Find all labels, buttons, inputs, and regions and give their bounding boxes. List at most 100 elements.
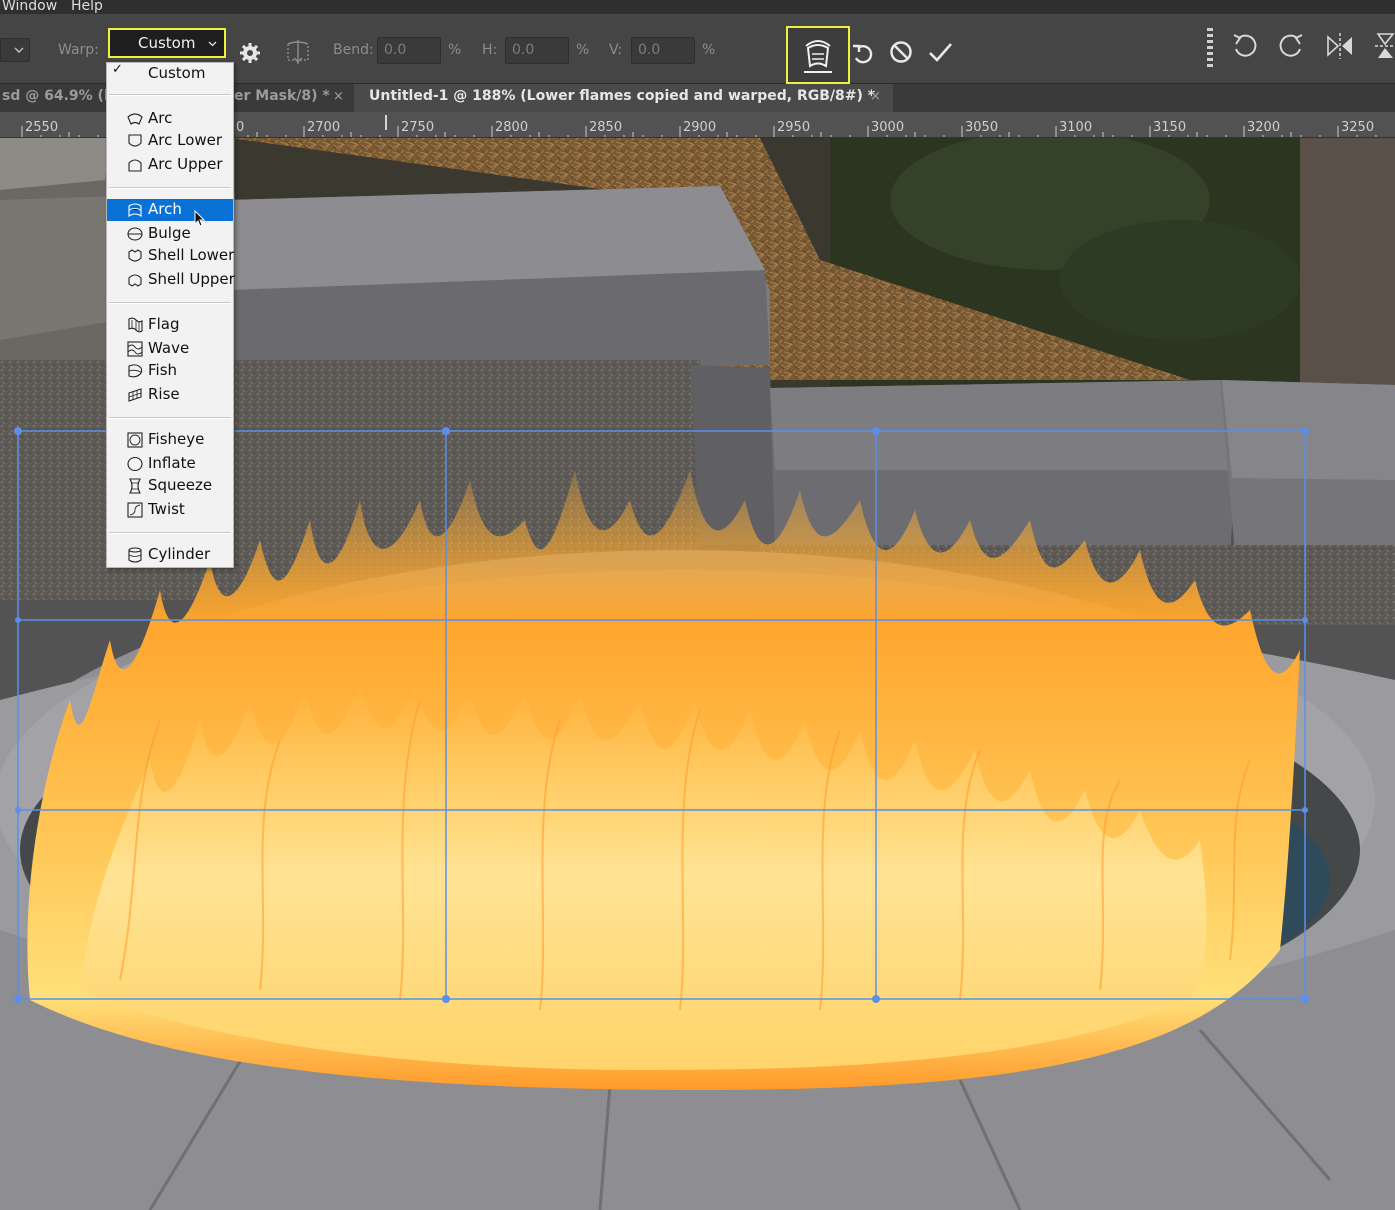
warp-orientation-icon[interactable] (284, 38, 312, 66)
bend-input[interactable]: 0.0 (377, 37, 441, 64)
menu-bar: Window Help (0, 0, 1395, 14)
ruler-label: 3250 (1341, 120, 1375, 135)
v-distortion-input[interactable]: 0.0 (631, 37, 695, 64)
menu-item-label: Squeeze (148, 476, 213, 494)
menu-item-label: Fisheye (148, 430, 205, 448)
ruler-label: 3100 (1059, 120, 1093, 135)
ruler-label: 2850 (589, 120, 623, 135)
reset-warp-icon[interactable] (850, 40, 876, 66)
menu-item-label: Shell Lower (148, 246, 235, 264)
menu-item-label: Arc (148, 109, 173, 127)
commit-transform-icon[interactable] (926, 38, 954, 66)
ruler-label: 2750 (401, 120, 435, 135)
menu-item-twist[interactable]: Twist (107, 499, 233, 521)
warp-style-menu: ✓ Custom Arc Arc Lower Arc Upper Arch Bu… (106, 62, 235, 568)
menu-item-arc-upper[interactable]: Arc Upper (107, 154, 233, 176)
menu-item-label: Shell Upper (148, 270, 235, 288)
menu-item-label: Wave (148, 339, 190, 357)
tab-untitled-1-label: Untitled-1 @ 188% (Lower flames copied a… (369, 88, 876, 104)
arch-icon (128, 203, 142, 218)
ruler-label: 3050 (965, 120, 999, 135)
toolbar-grip-icon (1207, 28, 1213, 67)
menu-item-bulge[interactable]: Bulge (107, 223, 233, 245)
menu-item-arch[interactable]: Arch (107, 199, 233, 221)
bend-label: Bend: (333, 42, 374, 58)
bulge-icon (127, 227, 143, 241)
menu-help[interactable]: Help (71, 0, 103, 14)
menu-item-label: Twist (148, 500, 185, 518)
menu-separator (109, 187, 231, 189)
menu-item-shell-upper[interactable]: Shell Upper (107, 269, 235, 291)
rise-icon (128, 388, 142, 402)
squeeze-icon (129, 478, 141, 494)
menu-item-label: Arch (148, 200, 182, 218)
inflate-icon (127, 456, 143, 472)
menu-separator (109, 417, 231, 419)
switch-free-transform-warp-button[interactable] (786, 26, 850, 84)
menu-item-arc[interactable]: Arc (107, 108, 233, 130)
menu-item-label: Inflate (148, 454, 196, 472)
close-icon[interactable]: × (333, 89, 344, 104)
tab-document-2-label: er Mask/8) * (234, 88, 330, 104)
menu-item-label: Arc Upper (148, 155, 223, 173)
warp-style-select[interactable]: Custom (108, 28, 226, 58)
tab-document-1-label: sd @ 64.9% (k (2, 88, 114, 104)
menu-item-fisheye[interactable]: Fisheye (107, 429, 233, 451)
arc-icon (127, 113, 143, 125)
menu-item-squeeze[interactable]: Squeeze (107, 475, 233, 497)
mouse-cursor-icon (194, 210, 206, 227)
menu-item-label: Cylinder (148, 545, 211, 563)
shell-lower-icon (128, 249, 142, 262)
gear-icon[interactable] (238, 41, 262, 65)
chevron-down-icon (208, 41, 217, 47)
ruler-label: 3150 (1153, 120, 1187, 135)
menu-item-rise[interactable]: Rise (107, 384, 233, 406)
warp-label: Warp: (58, 42, 99, 58)
rotate-right-icon[interactable] (1276, 31, 1306, 61)
menu-item-arc-lower[interactable]: Arc Lower (107, 130, 233, 152)
tab-document-1[interactable]: sd @ 64.9% (k (0, 84, 113, 112)
close-icon[interactable]: × (870, 89, 881, 104)
arc-upper-icon (128, 159, 142, 172)
arc-lower-icon (128, 134, 142, 147)
checkmark-icon: ✓ (112, 62, 123, 77)
ruler-label: 0 (236, 120, 245, 135)
menu-item-fish[interactable]: Fish (107, 360, 233, 382)
warp-style-value: Custom (138, 34, 196, 52)
menu-item-label: Flag (148, 315, 180, 333)
ruler-label: 2900 (683, 120, 717, 135)
menu-item-label: Arc Lower (148, 131, 223, 149)
tab-document-2[interactable]: er Mask/8) * × (232, 84, 354, 112)
h-unit: % (576, 42, 590, 58)
menu-item-label: Rise (148, 385, 180, 403)
cylinder-icon (128, 547, 142, 563)
menu-item-inflate[interactable]: Inflate (107, 453, 233, 475)
h-distortion-input[interactable]: 0.0 (505, 37, 569, 64)
menu-item-flag[interactable]: Flag (107, 314, 233, 336)
flip-vertical-icon[interactable] (1373, 31, 1395, 61)
ruler-label: 2550 (25, 120, 59, 135)
fisheye-icon (127, 432, 143, 448)
tool-preset-dropdown[interactable] (0, 38, 30, 62)
ruler-label: 2700 (307, 120, 341, 135)
menu-item-label: Custom (148, 64, 206, 82)
shell-upper-icon (128, 274, 142, 287)
v-label: V: (609, 42, 623, 58)
twist-icon (127, 502, 143, 518)
bend-unit: % (448, 42, 462, 58)
ruler-label: 2950 (777, 120, 811, 135)
rotate-left-icon[interactable] (1230, 31, 1260, 61)
warp-mode-icon (804, 40, 832, 73)
h-label: H: (482, 42, 498, 58)
menu-item-custom[interactable]: ✓ Custom (107, 62, 233, 85)
menu-window[interactable]: Window (2, 0, 57, 14)
menu-separator (109, 302, 231, 304)
tab-untitled-1[interactable]: Untitled-1 @ 188% (Lower flames copied a… (354, 84, 893, 112)
menu-item-wave[interactable]: Wave (107, 338, 233, 360)
flag-icon (128, 317, 143, 333)
flip-horizontal-icon[interactable] (1325, 31, 1355, 61)
menu-item-shell-lower[interactable]: Shell Lower (107, 245, 235, 267)
cancel-transform-icon[interactable] (888, 39, 914, 65)
menu-item-cylinder[interactable]: Cylinder (107, 544, 233, 566)
menu-item-label: Bulge (148, 224, 191, 242)
